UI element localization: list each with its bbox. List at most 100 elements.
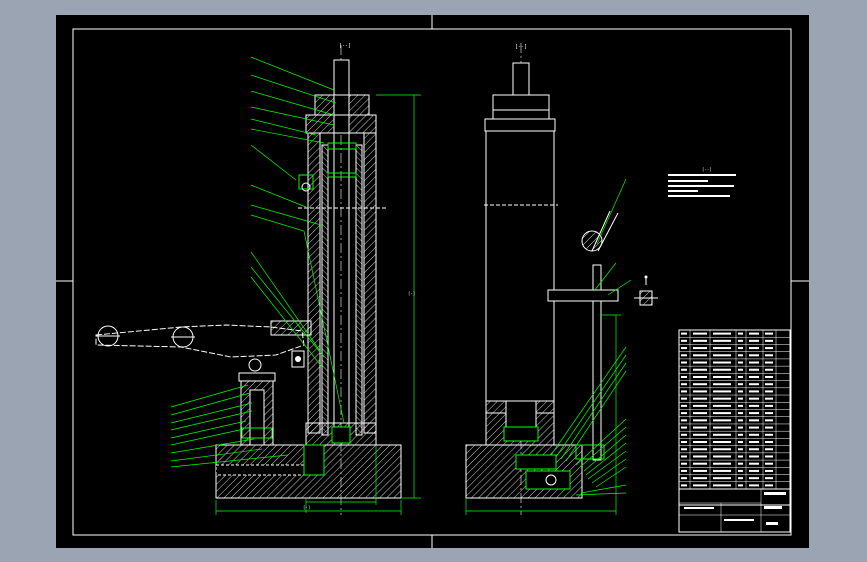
unit-text <box>764 506 782 509</box>
parts-cell-text <box>713 455 731 458</box>
parts-cell-text <box>749 433 759 436</box>
parts-cell-text <box>713 448 731 451</box>
parts-cell-text <box>738 368 743 371</box>
parts-cell-text <box>681 368 687 371</box>
width-dimension-text: [-] <box>303 505 310 510</box>
parts-cell-text <box>738 455 743 458</box>
parts-cell-text <box>749 426 759 429</box>
parts-cell-text <box>681 354 687 357</box>
parts-cell-text <box>693 332 707 335</box>
parts-cell-text <box>681 390 687 393</box>
side-elevation-view: [--] <box>465 43 658 515</box>
parts-cell-text <box>681 469 687 472</box>
parts-cell-text <box>749 477 759 480</box>
parts-cell-text <box>681 397 687 400</box>
parts-cell-text <box>681 404 687 407</box>
parts-cell-text <box>693 368 707 371</box>
parts-cell-text <box>738 397 743 400</box>
parts-cell-text <box>681 448 687 451</box>
parts-cell-text <box>681 347 687 350</box>
drawing-number-text <box>766 522 778 525</box>
parts-cell-text <box>765 441 773 444</box>
parts-cell-text <box>749 383 759 386</box>
parts-cell-text <box>681 412 687 415</box>
parts-cell-text <box>713 368 731 371</box>
parts-cell-text <box>693 484 707 487</box>
parts-cell-text <box>749 448 759 451</box>
parts-cell-text <box>738 477 743 480</box>
parts-cell-text <box>693 419 707 422</box>
parts-cell-text <box>693 354 707 357</box>
parts-cell-text <box>738 390 743 393</box>
parts-cell-text <box>765 332 773 335</box>
parts-cell-text <box>713 383 731 386</box>
parts-cell-text <box>749 441 759 444</box>
parts-cell-text <box>765 462 773 465</box>
parts-cell-text <box>765 426 773 429</box>
parts-cell-text <box>749 361 759 364</box>
parts-cell-text <box>738 441 743 444</box>
front-section-view: [--] [-] [-] <box>95 43 421 515</box>
parts-cell-text <box>749 354 759 357</box>
centerline-label: [--] <box>339 43 351 49</box>
parts-cell-text <box>765 375 773 378</box>
parts-cell-text <box>765 412 773 415</box>
parts-cell-text <box>713 347 731 350</box>
parts-cell-text <box>749 484 759 487</box>
parts-cell-text <box>713 477 731 480</box>
parts-cell-text <box>713 354 731 357</box>
parts-cell-text <box>765 339 773 342</box>
parts-cell-text <box>681 419 687 422</box>
parts-cell-text <box>738 347 743 350</box>
parts-cell-text <box>693 361 707 364</box>
parts-cell-text <box>765 390 773 393</box>
parts-cell-text <box>693 469 707 472</box>
parts-cell-text <box>693 441 707 444</box>
parts-cell-text <box>713 433 731 436</box>
parts-cell-text <box>681 433 687 436</box>
parts-cell-text <box>738 448 743 451</box>
parts-cell-text <box>693 375 707 378</box>
parts-cell-text <box>693 397 707 400</box>
parts-cell-text <box>713 469 731 472</box>
parts-cell-text <box>738 469 743 472</box>
notes-heading: [--] <box>702 167 712 172</box>
parts-cell-text <box>738 361 743 364</box>
parts-cell-text <box>681 361 687 364</box>
parts-cell-text <box>765 397 773 400</box>
parts-cell-text <box>749 375 759 378</box>
drawing-border <box>72 28 792 536</box>
technical-notes: [--] <box>668 167 736 197</box>
parts-cell-text <box>713 484 731 487</box>
parts-cell-text <box>765 477 773 480</box>
parts-cell-text <box>738 412 743 415</box>
parts-cell-text <box>765 361 773 364</box>
parts-cell-text <box>693 412 707 415</box>
height-dimension-text: [-] <box>408 291 415 296</box>
parts-cell-text <box>738 354 743 357</box>
parts-cell-text <box>765 383 773 386</box>
parts-cell-text <box>738 419 743 422</box>
parts-cell-text <box>749 412 759 415</box>
parts-cell-text <box>713 397 731 400</box>
parts-cell-text <box>749 339 759 342</box>
parts-cell-text <box>738 462 743 465</box>
parts-cell-text <box>693 477 707 480</box>
parts-cell-text <box>738 339 743 342</box>
parts-cell-text <box>681 426 687 429</box>
parts-cell-text <box>713 412 731 415</box>
parts-cell-text <box>713 361 731 364</box>
parts-cell-text <box>713 390 731 393</box>
parts-cell-text <box>749 332 759 335</box>
parts-cell-text <box>738 484 743 487</box>
parts-cell-text <box>765 354 773 357</box>
parts-cell-text <box>681 462 687 465</box>
parts-cell-text <box>693 339 707 342</box>
parts-cell-text <box>713 419 731 422</box>
parts-cell-text <box>749 455 759 458</box>
parts-cell-text <box>749 347 759 350</box>
parts-cell-text <box>738 332 743 335</box>
parts-cell-text <box>749 397 759 400</box>
parts-cell-text <box>713 462 731 465</box>
parts-cell-text <box>713 441 731 444</box>
